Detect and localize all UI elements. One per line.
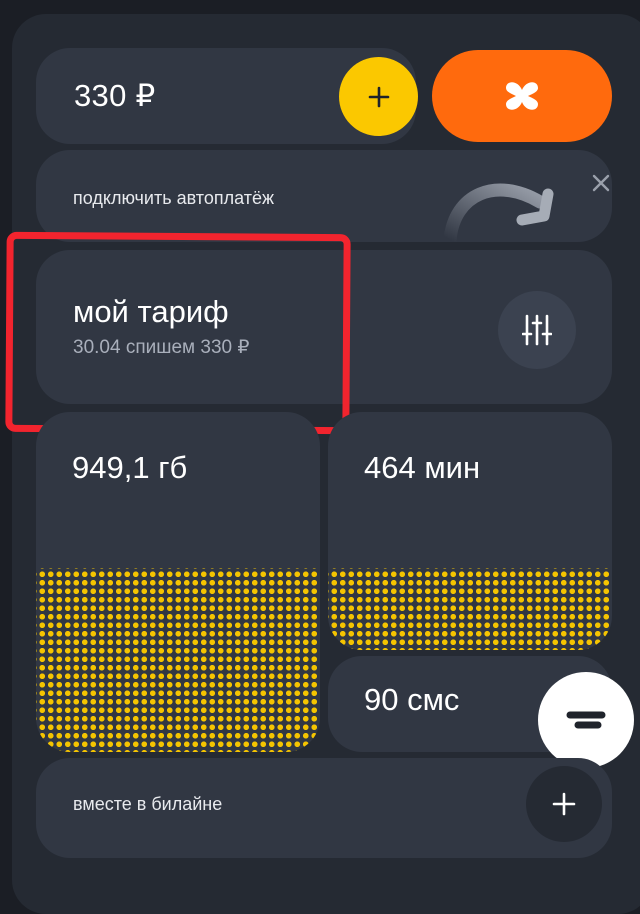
- plus-icon: [552, 792, 576, 816]
- plus-icon: [368, 86, 389, 107]
- chat-icon: [566, 711, 606, 729]
- minutes-remains-tile[interactable]: 464 мин: [328, 412, 612, 650]
- tariff-settings-button[interactable]: [498, 291, 576, 369]
- autopay-banner[interactable]: подключить автоплатёж: [36, 150, 612, 242]
- cross-logo-icon: [506, 82, 538, 110]
- internet-level-fill: [36, 568, 320, 752]
- together-label: вместе в билайне: [73, 794, 223, 814]
- together-card[interactable]: вместе в билайне: [36, 758, 612, 858]
- internet-remains-tile[interactable]: 949,1 гб: [36, 412, 320, 752]
- minutes-value: 464 мин: [364, 450, 481, 485]
- sliders-icon: [522, 314, 552, 346]
- together-add-button[interactable]: [526, 766, 602, 842]
- autopay-close-button[interactable]: [584, 166, 618, 200]
- close-icon: [592, 174, 610, 192]
- curved-arrow-icon: [443, 183, 554, 242]
- topup-button[interactable]: [339, 57, 418, 136]
- chat-button[interactable]: [538, 672, 634, 768]
- internet-value: 949,1 гб: [72, 450, 188, 485]
- promo-button[interactable]: [432, 50, 612, 142]
- sms-value: 90 смс: [364, 682, 460, 717]
- autopay-label: подключить автоплатёж: [73, 188, 274, 208]
- minutes-level-fill: [328, 568, 612, 650]
- highlight-frame: [5, 231, 351, 435]
- balance-value: 330 ₽: [74, 78, 156, 113]
